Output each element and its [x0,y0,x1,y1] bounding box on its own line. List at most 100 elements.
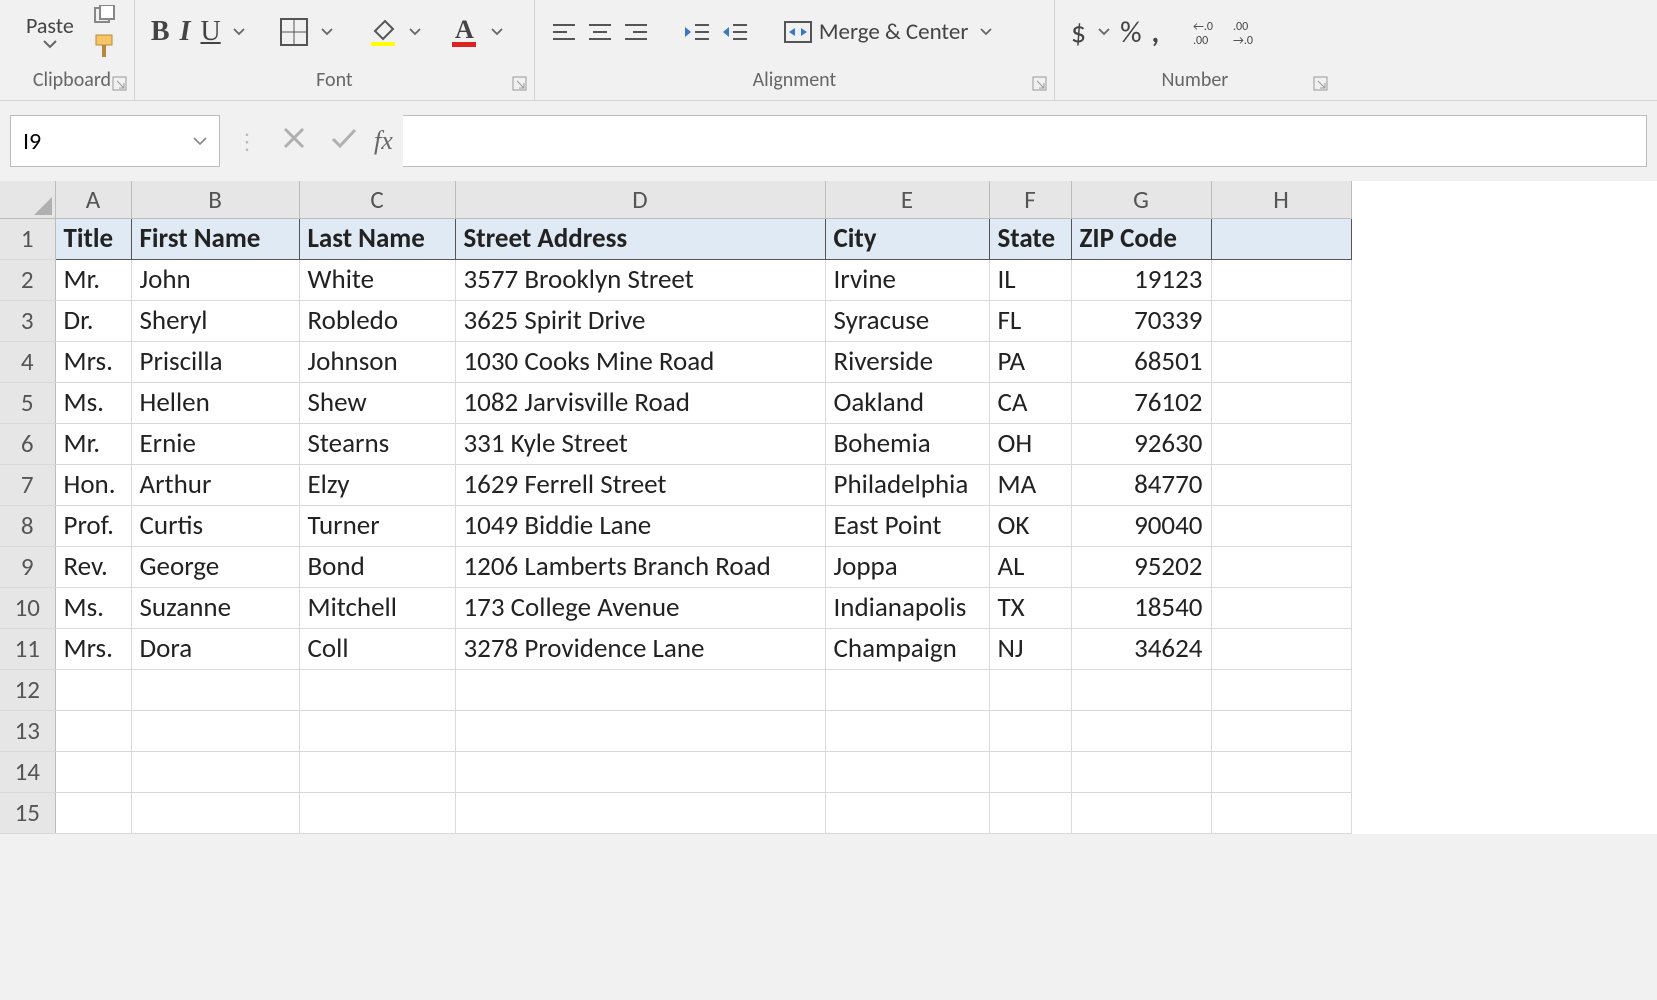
cell[interactable] [1071,710,1211,751]
cell[interactable]: East Point [825,505,989,546]
cell[interactable]: IL [989,259,1071,300]
cell[interactable]: FL [989,300,1071,341]
cell[interactable]: Mr. [55,423,131,464]
row-header-13[interactable]: 13 [0,710,55,751]
cell[interactable]: 3278 Providence Lane [455,628,825,669]
cell[interactable] [299,669,455,710]
borders-dropdown[interactable] [321,28,333,36]
increase-decimal-button[interactable]: ←.0.00 [1193,18,1223,46]
cell[interactable]: Syracuse [825,300,989,341]
cell[interactable]: Riverside [825,341,989,382]
cell[interactable] [989,792,1071,833]
formula-input[interactable] [403,115,1647,167]
cell[interactable]: NJ [989,628,1071,669]
column-header-H[interactable]: H [1211,181,1351,218]
column-header-G[interactable]: G [1071,181,1211,218]
cell[interactable] [455,751,825,792]
decrease-indent-button[interactable] [683,21,711,43]
cell[interactable]: Ms. [55,382,131,423]
cell[interactable] [1211,710,1351,751]
bold-button[interactable]: B [151,16,170,48]
cell[interactable] [299,792,455,833]
cell[interactable]: 92630 [1071,423,1211,464]
cell[interactable] [131,792,299,833]
cell[interactable] [1211,505,1351,546]
cell[interactable] [989,710,1071,751]
cell[interactable]: TX [989,587,1071,628]
cell[interactable]: 70339 [1071,300,1211,341]
cell[interactable] [1211,300,1351,341]
cell[interactable] [1211,423,1351,464]
header-cell[interactable]: First Name [131,218,299,259]
cell[interactable]: Bond [299,546,455,587]
borders-button[interactable] [279,17,309,47]
font-color-button[interactable]: A [449,16,479,48]
cell[interactable]: 1030 Cooks Mine Road [455,341,825,382]
cell[interactable]: Curtis [131,505,299,546]
cell[interactable]: 3577 Brooklyn Street [455,259,825,300]
cell[interactable]: Prof. [55,505,131,546]
cell[interactable]: Suzanne [131,587,299,628]
cell[interactable] [55,792,131,833]
cell[interactable]: Irvine [825,259,989,300]
row-header-2[interactable]: 2 [0,259,55,300]
fill-color-button[interactable] [367,17,397,47]
cell[interactable]: Elzy [299,464,455,505]
cell[interactable] [55,751,131,792]
cell[interactable]: Arthur [131,464,299,505]
cell[interactable] [131,669,299,710]
cell[interactable] [989,751,1071,792]
currency-dropdown[interactable] [1098,28,1110,36]
cell[interactable] [989,669,1071,710]
cell[interactable]: 173 College Avenue [455,587,825,628]
font-color-dropdown[interactable] [491,28,503,36]
sheet-grid[interactable]: ABCDEFGH 1TitleFirst NameLast NameStreet… [0,181,1352,834]
cell[interactable]: Turner [299,505,455,546]
fill-color-dropdown[interactable] [409,28,421,36]
cell[interactable]: CA [989,382,1071,423]
cell[interactable] [1211,669,1351,710]
cell[interactable]: Shew [299,382,455,423]
align-right-button[interactable] [623,21,649,43]
cell[interactable]: 95202 [1071,546,1211,587]
row-header-4[interactable]: 4 [0,341,55,382]
cell[interactable] [131,710,299,751]
cell[interactable] [825,751,989,792]
cell[interactable] [825,792,989,833]
cell[interactable]: OH [989,423,1071,464]
cell[interactable]: Indianapolis [825,587,989,628]
cell[interactable]: Hon. [55,464,131,505]
cell[interactable]: John [131,259,299,300]
cell[interactable]: Joppa [825,546,989,587]
header-cell[interactable]: City [825,218,989,259]
cell[interactable]: 1629 Ferrell Street [455,464,825,505]
cell[interactable] [55,669,131,710]
cell[interactable] [1211,751,1351,792]
cell[interactable] [1211,587,1351,628]
column-header-A[interactable]: A [55,181,131,218]
row-header-1[interactable]: 1 [0,218,55,259]
row-header-8[interactable]: 8 [0,505,55,546]
cell[interactable] [455,792,825,833]
column-header-B[interactable]: B [131,181,299,218]
cell[interactable]: Ernie [131,423,299,464]
cell[interactable] [55,710,131,751]
row-header-11[interactable]: 11 [0,628,55,669]
enter-button[interactable] [324,124,364,159]
name-box[interactable]: I9 [10,115,220,167]
cell[interactable]: Oakland [825,382,989,423]
copy-icon[interactable] [92,5,118,27]
cell[interactable] [1211,259,1351,300]
cell[interactable] [1071,669,1211,710]
cell[interactable] [825,669,989,710]
header-cell[interactable]: State [989,218,1071,259]
cell[interactable]: Dr. [55,300,131,341]
align-center-button[interactable] [587,21,613,43]
merge-center-button[interactable]: Merge & Center [783,18,968,46]
cell[interactable]: Stearns [299,423,455,464]
underline-button[interactable]: U [200,16,220,48]
cell[interactable]: 331 Kyle Street [455,423,825,464]
cell[interactable] [825,710,989,751]
cell[interactable] [1071,792,1211,833]
row-header-12[interactable]: 12 [0,669,55,710]
